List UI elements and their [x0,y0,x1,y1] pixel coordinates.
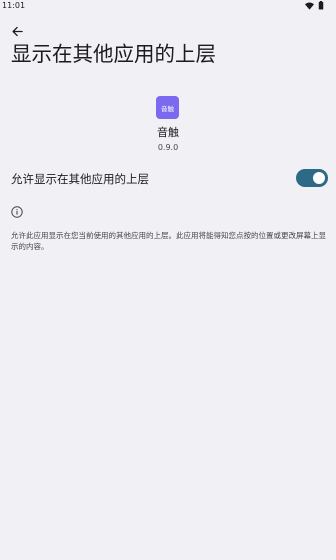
status-time: 11:01 [2,1,26,10]
back-button[interactable] [7,22,27,40]
status-bar: 11:01 [0,0,336,12]
arrow-left-icon [11,26,23,36]
info-description: 允许此应用显示在您当前使用的其他应用的上层。此应用将能得知您点按的位置或更改屏幕… [11,231,326,251]
toggle-thumb [313,172,325,184]
info-icon [11,206,23,218]
battery-icon [318,1,324,10]
setting-label: 允许显示在其他应用的上层 [11,172,149,186]
allow-overlay-toggle[interactable] [296,169,328,187]
status-icons [305,1,324,10]
allow-overlay-setting-row[interactable]: 允许显示在其他应用的上层 [0,162,336,196]
page-title: 显示在其他应用的上层 [11,42,216,66]
wifi-icon [305,1,314,10]
app-name: 音触 [157,126,179,139]
app-icon-label: 音触 [161,104,174,113]
app-icon: 音触 [156,96,179,119]
app-version: 0.9.0 [157,143,179,152]
